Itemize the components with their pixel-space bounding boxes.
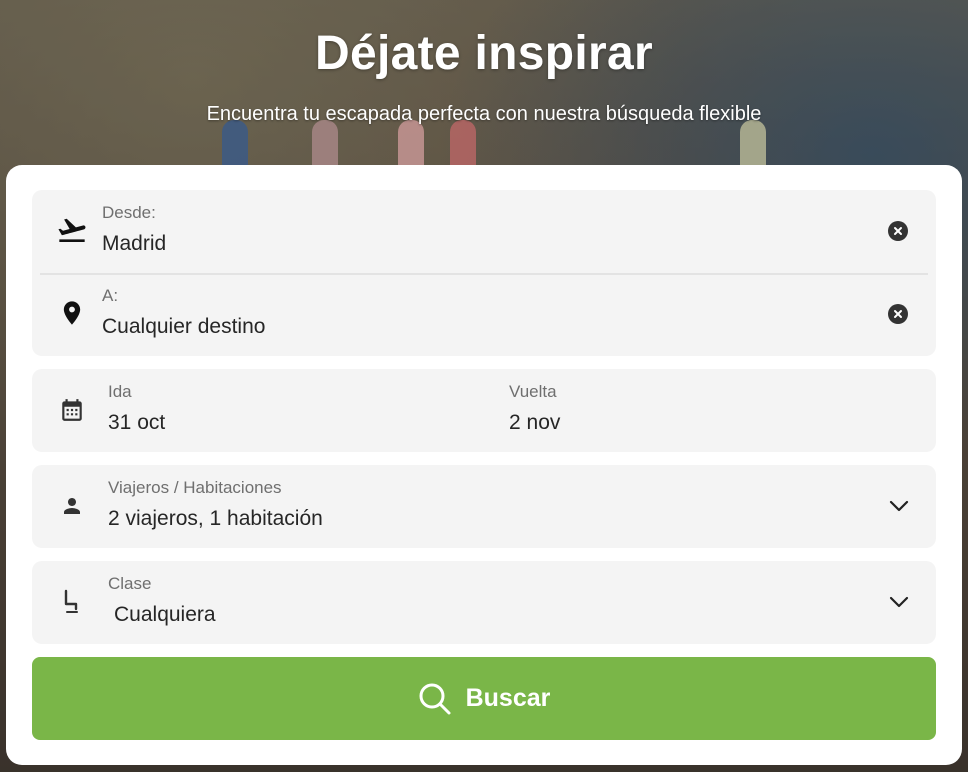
background-umbrella [222, 120, 248, 170]
background-umbrella [312, 120, 338, 170]
class-value[interactable]: Cualquiera [114, 603, 216, 627]
search-icon [419, 683, 451, 714]
background-umbrella [450, 120, 476, 170]
clear-destination-icon[interactable] [888, 304, 908, 324]
background-umbrella [740, 120, 766, 170]
location-pin-icon [56, 297, 88, 329]
travelers-value[interactable]: 2 viajeros, 1 habitación [108, 507, 323, 531]
seat-icon [56, 586, 88, 618]
class-field[interactable]: Clase Cualquiera [32, 561, 936, 644]
destination-field[interactable]: A: Cualquier destino [32, 273, 936, 356]
search-button-label: Buscar [465, 684, 551, 712]
return-label: Vuelta [509, 382, 557, 401]
class-label: Clase [108, 574, 152, 593]
origin-label: Desde: [102, 203, 156, 222]
clear-origin-icon[interactable] [888, 221, 908, 241]
destination-value[interactable]: Cualquier destino [102, 315, 265, 339]
chevron-down-icon[interactable] [888, 495, 910, 517]
page-subtitle: Encuentra tu escapada perfecta con nuest… [206, 103, 762, 125]
depart-label: Ida [108, 382, 132, 401]
route-fields: Desde: Madrid A: Cualquier destino [32, 190, 936, 356]
return-date[interactable]: 2 nov [509, 411, 560, 435]
calendar-icon [56, 394, 88, 426]
destination-label: A: [102, 286, 119, 305]
search-button[interactable]: Buscar [32, 657, 936, 740]
person-icon [56, 490, 88, 522]
search-form-card: Desde: Madrid A: Cualquier destino Ida 3… [6, 165, 962, 765]
plane-takeoff-icon [56, 214, 88, 246]
background-umbrella [398, 120, 424, 170]
chevron-down-icon[interactable] [888, 591, 910, 613]
travelers-field[interactable]: Viajeros / Habitaciones 2 viajeros, 1 ha… [32, 465, 936, 548]
travelers-label: Viajeros / Habitaciones [108, 478, 282, 497]
page-title: Déjate inspirar [315, 27, 653, 80]
dates-field[interactable]: Ida 31 oct Vuelta 2 nov [32, 369, 936, 452]
depart-date[interactable]: 31 oct [108, 411, 165, 435]
origin-value[interactable]: Madrid [102, 232, 166, 256]
origin-field[interactable]: Desde: Madrid [32, 190, 936, 273]
